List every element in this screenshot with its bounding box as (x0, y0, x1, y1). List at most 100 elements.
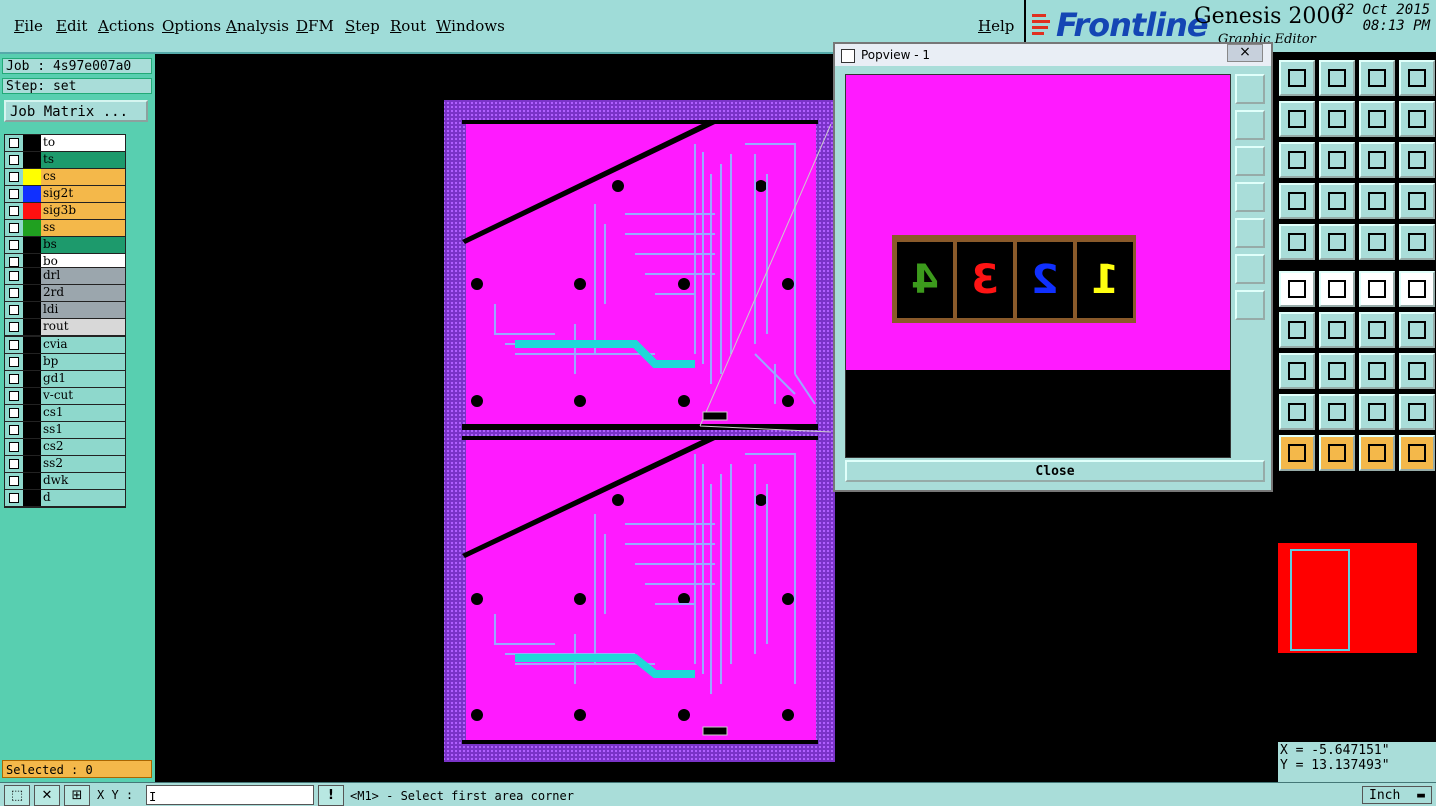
tool-fit-icon[interactable] (1279, 142, 1315, 178)
layer-row[interactable]: v-cut (5, 388, 125, 405)
measure-icon[interactable]: ✕ (34, 785, 60, 806)
tool-undo-icon[interactable] (1359, 101, 1395, 137)
layer-checkbox[interactable] (9, 459, 19, 469)
tool-connect-icon[interactable] (1279, 271, 1315, 307)
tool-pad-icon[interactable] (1399, 224, 1435, 260)
layer-row[interactable]: ss (5, 220, 125, 237)
job-matrix-button[interactable]: Job Matrix ... (4, 100, 148, 122)
tool-apex-icon[interactable] (1319, 394, 1355, 430)
tool-node2-icon[interactable] (1399, 271, 1435, 307)
tool-width-icon[interactable] (1399, 394, 1435, 430)
tool-settings-icon[interactable] (1279, 183, 1315, 219)
layer-row[interactable]: ss1 (5, 422, 125, 439)
tool-save-icon[interactable] (1319, 60, 1355, 96)
layer-row[interactable]: ss2 (5, 456, 125, 473)
menu-edit[interactable]: Edit (56, 17, 87, 35)
popview-up-button[interactable] (1235, 110, 1265, 140)
layer-row[interactable]: dwk (5, 473, 125, 490)
layer-checkbox[interactable] (9, 223, 19, 233)
layer-checkbox[interactable] (9, 257, 19, 267)
tool-move-icon[interactable] (1279, 353, 1315, 389)
menu-step[interactable]: Step (345, 17, 380, 35)
tool-edit-icon[interactable] (1319, 312, 1355, 348)
layer-checkbox[interactable] (9, 155, 19, 165)
tool-zoom-icon[interactable] (1319, 142, 1355, 178)
layer-checkbox[interactable] (9, 493, 19, 503)
graphic-canvas[interactable] (155, 54, 835, 782)
layer-row[interactable]: bp (5, 354, 125, 371)
minimap-viewport[interactable] (1290, 549, 1350, 651)
tool-left-icon[interactable] (1279, 101, 1315, 137)
layer-row[interactable]: to (5, 135, 125, 152)
layer-checkbox[interactable] (9, 305, 19, 315)
menu-options[interactable]: Options (162, 17, 221, 35)
menu-rout[interactable]: Rout (390, 17, 426, 35)
tool-group-icon[interactable] (1399, 353, 1435, 389)
tool-ruler-icon[interactable] (1359, 224, 1395, 260)
layer-checkbox[interactable] (9, 391, 19, 401)
tool-layer-red-icon[interactable] (1359, 183, 1395, 219)
tool-triangle-icon[interactable] (1279, 394, 1315, 430)
menu-help[interactable]: Help (978, 17, 1014, 35)
tool-open-icon[interactable] (1279, 60, 1315, 96)
tool-help-icon[interactable] (1399, 142, 1435, 178)
popview-zoom-button[interactable] (1235, 74, 1265, 104)
layer-checkbox[interactable] (9, 442, 19, 452)
layer-row[interactable]: 2rd (5, 285, 125, 302)
tool-pointer-icon[interactable] (1279, 224, 1315, 260)
tool-right-icon[interactable] (1319, 101, 1355, 137)
layer-row[interactable]: cs (5, 169, 125, 186)
tool-select3-icon[interactable] (1359, 435, 1395, 471)
popview-center-button[interactable] (1235, 290, 1265, 320)
layer-checkbox[interactable] (9, 340, 19, 350)
tool-arrowup-icon[interactable] (1359, 394, 1395, 430)
layer-checkbox[interactable] (9, 408, 19, 418)
tool-mirror-icon[interactable] (1399, 312, 1435, 348)
tool-layer-red2-icon[interactable] (1399, 183, 1435, 219)
exclamation-button[interactable]: ! (318, 785, 344, 806)
popview-close-button[interactable]: Close (845, 460, 1265, 482)
tool-home-icon[interactable] (1359, 60, 1395, 96)
layer-checkbox[interactable] (9, 172, 19, 182)
layer-row[interactable]: cs1 (5, 405, 125, 422)
menu-analysis[interactable]: Analysis (226, 17, 289, 35)
layer-row[interactable]: cs2 (5, 439, 125, 456)
layer-checkbox[interactable] (9, 322, 19, 332)
menu-file[interactable]: File (14, 17, 43, 35)
layer-row[interactable]: ts (5, 152, 125, 169)
layer-checkbox[interactable] (9, 374, 19, 384)
layer-checkbox[interactable] (9, 138, 19, 148)
layer-row[interactable]: sig2t (5, 186, 125, 203)
layer-row[interactable]: cvia (5, 337, 125, 354)
tool-select-icon[interactable] (1279, 435, 1315, 471)
menu-actions[interactable]: Actions (98, 17, 154, 35)
tool-rotate-icon[interactable] (1359, 312, 1395, 348)
units-select[interactable]: Inch ▬ (1362, 786, 1432, 804)
tool-window-icon[interactable] (1399, 60, 1435, 96)
tool-grid-icon[interactable] (1319, 183, 1355, 219)
tool-scale-icon[interactable] (1359, 142, 1395, 178)
layer-row[interactable]: drl (5, 268, 125, 285)
layer-row[interactable]: d (5, 490, 125, 507)
popview-left-button[interactable] (1235, 182, 1265, 212)
tool-net-icon[interactable] (1399, 435, 1435, 471)
popview-right-button[interactable] (1235, 218, 1265, 248)
tool-angle-icon[interactable] (1279, 312, 1315, 348)
menu-dfm[interactable]: DFM (296, 17, 334, 35)
tool-cross-icon[interactable] (1319, 271, 1355, 307)
layer-row[interactable]: bs (5, 237, 125, 254)
layer-row[interactable]: gd1 (5, 371, 125, 388)
layer-row[interactable]: rout (5, 319, 125, 336)
layer-checkbox[interactable] (9, 206, 19, 216)
layer-checkbox[interactable] (9, 357, 19, 367)
layer-row[interactable]: sig3b (5, 203, 125, 220)
layer-checkbox[interactable] (9, 189, 19, 199)
layer-checkbox[interactable] (9, 271, 19, 281)
popview-fit-button[interactable] (1235, 254, 1265, 284)
layer-checkbox[interactable] (9, 476, 19, 486)
xy-input[interactable]: I (146, 785, 314, 805)
tool-redo-icon[interactable] (1399, 101, 1435, 137)
popview-canvas[interactable]: 4 3 2 1 (845, 74, 1231, 458)
layer-checkbox[interactable] (9, 425, 19, 435)
grid-icon[interactable]: ⊞ (64, 785, 90, 806)
